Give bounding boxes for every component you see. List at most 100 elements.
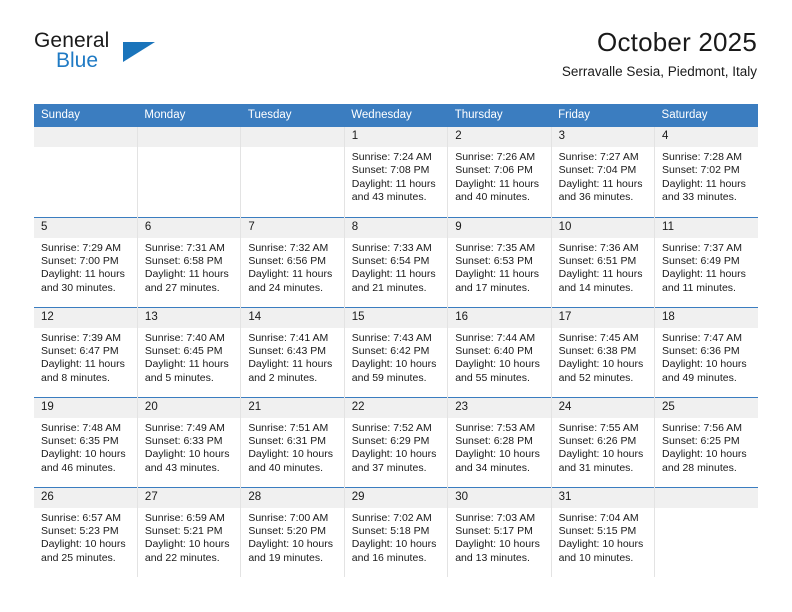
calendar-day-cell[interactable]: 1 Sunrise: 7:24 AM Sunset: 7:08 PM Daylight…: [344, 127, 449, 217]
sunrise-sunset-calendar: Sunday Monday Tuesday Wednesday Thursday…: [34, 104, 758, 577]
daylight-text-line1: Daylight: 11 hours: [144, 268, 229, 281]
calendar-day-cell-empty: [34, 127, 138, 217]
daylight-text-line1: Daylight: 10 hours: [144, 448, 230, 461]
sunset-text: Sunset: 6:51 PM: [558, 254, 637, 267]
weekday-header-friday: Friday: [551, 104, 655, 127]
day-number: 31: [551, 487, 655, 508]
daylight-text-line1: Daylight: 10 hours: [248, 538, 333, 551]
day-number: 9: [448, 217, 551, 238]
calendar-day-cell[interactable]: 18 Sunrise: 7:47 AM Sunset: 6:36 PM Dayligh…: [654, 306, 758, 397]
general-blue-logo[interactable]: General Blue: [34, 30, 234, 78]
day-number: 15: [344, 307, 448, 328]
calendar-day-cell[interactable]: 8 Sunrise: 7:33 AM Sunset: 6:54 PM Daylight…: [344, 216, 449, 307]
sunset-text: Sunset: 7:08 PM: [351, 164, 430, 177]
calendar-day-cell[interactable]: 20 Sunrise: 7:49 AM Sunset: 6:33 PM Dayligh…: [137, 396, 242, 487]
sunset-text: Sunset: 5:17 PM: [455, 524, 533, 537]
calendar-day-cell[interactable]: 16 Sunrise: 7:44 AM Sunset: 6:40 PM Dayligh…: [447, 306, 552, 397]
sunrise-text: Sunrise: 7:44 AM: [455, 331, 536, 344]
daylight-text-line1: Daylight: 10 hours: [455, 538, 540, 551]
sunrise-text: Sunrise: 7:41 AM: [248, 331, 329, 344]
day-number: 18: [655, 307, 758, 328]
day-number: 24: [551, 397, 655, 418]
sunrise-text: Sunrise: 7:36 AM: [558, 241, 639, 254]
triangle-icon: [123, 42, 155, 62]
calendar-page: General Blue October 2025 Serravalle Ses…: [0, 0, 792, 612]
calendar-day-cell[interactable]: 29 Sunrise: 7:02 AM Sunset: 5:18 PM Dayligh…: [344, 486, 449, 577]
sunset-text: Sunset: 6:58 PM: [144, 254, 223, 267]
daylight-text-line2: and 14 minutes.: [558, 281, 634, 294]
daylight-text-line2: and 34 minutes.: [455, 461, 530, 474]
day-number: 10: [551, 217, 655, 238]
calendar-day-cell[interactable]: 22 Sunrise: 7:52 AM Sunset: 6:29 PM Dayligh…: [344, 396, 449, 487]
day-number: 30: [448, 487, 551, 508]
calendar-day-cell[interactable]: 21 Sunrise: 7:51 AM Sunset: 6:31 PM Dayligh…: [240, 396, 345, 487]
calendar-day-cell[interactable]: 31 Sunrise: 7:04 AM Sunset: 5:15 PM Dayligh…: [551, 486, 656, 577]
daylight-text-line2: and 13 minutes.: [455, 551, 530, 564]
daylight-text-line2: and 43 minutes.: [144, 461, 220, 474]
calendar-day-cell[interactable]: 7 Sunrise: 7:32 AM Sunset: 6:56 PM Daylight…: [240, 216, 345, 307]
day-details: Sunrise: 7:04 AM Sunset: 5:15 PM Daylight:…: [552, 508, 654, 566]
day-number: 2: [448, 127, 551, 147]
calendar-day-cell[interactable]: 9 Sunrise: 7:35 AM Sunset: 6:53 PM Daylight…: [447, 216, 552, 307]
day-details: Sunrise: 7:48 AM Sunset: 6:35 PM Daylight:…: [34, 418, 137, 476]
daylight-text-line1: Daylight: 10 hours: [455, 358, 540, 371]
day-number: 4: [655, 127, 758, 147]
sunset-text: Sunset: 6:25 PM: [662, 434, 740, 447]
sunset-text: Sunset: 6:31 PM: [248, 434, 326, 447]
title-block: October 2025 Serravalle Sesia, Piedmont,…: [562, 26, 757, 82]
calendar-day-cell[interactable]: 30 Sunrise: 7:03 AM Sunset: 5:17 PM Dayligh…: [447, 486, 552, 577]
calendar-day-cell[interactable]: 11 Sunrise: 7:37 AM Sunset: 6:49 PM Dayligh…: [654, 216, 758, 307]
sunset-text: Sunset: 6:33 PM: [144, 434, 223, 447]
daylight-text-line2: and 2 minutes.: [248, 371, 318, 384]
weekday-header-monday: Monday: [137, 104, 241, 127]
day-details: Sunrise: 7:45 AM Sunset: 6:38 PM Daylight:…: [552, 328, 654, 386]
day-details: Sunrise: 7:28 AM Sunset: 7:02 PM Daylight:…: [655, 147, 758, 205]
sunset-text: Sunset: 6:28 PM: [455, 434, 533, 447]
calendar-day-cell[interactable]: 19 Sunrise: 7:48 AM Sunset: 6:35 PM Dayligh…: [34, 396, 138, 487]
day-details: Sunrise: 7:44 AM Sunset: 6:40 PM Daylight:…: [448, 328, 550, 386]
calendar-day-cell[interactable]: 12 Sunrise: 7:39 AM Sunset: 6:47 PM Dayligh…: [34, 306, 138, 397]
day-number: [241, 127, 344, 147]
calendar-day-cell[interactable]: 6 Sunrise: 7:31 AM Sunset: 6:58 PM Daylight…: [137, 216, 242, 307]
calendar-day-cell[interactable]: 26 Sunrise: 6:57 AM Sunset: 5:23 PM Dayligh…: [34, 486, 138, 577]
sunset-text: Sunset: 5:21 PM: [144, 524, 223, 537]
calendar-day-cell[interactable]: 28 Sunrise: 7:00 AM Sunset: 5:20 PM Dayligh…: [240, 486, 345, 577]
daylight-text-line2: and 55 minutes.: [455, 371, 530, 384]
day-details: Sunrise: 7:24 AM Sunset: 7:08 PM Daylight:…: [345, 147, 447, 205]
day-details: Sunrise: 7:26 AM Sunset: 7:06 PM Daylight:…: [448, 147, 550, 205]
day-details: Sunrise: 7:51 AM Sunset: 6:31 PM Daylight:…: [241, 418, 343, 476]
daylight-text-line2: and 10 minutes.: [558, 551, 634, 564]
calendar-day-cell[interactable]: 13 Sunrise: 7:40 AM Sunset: 6:45 PM Dayligh…: [137, 306, 242, 397]
calendar-day-cell[interactable]: 14 Sunrise: 7:41 AM Sunset: 6:43 PM Dayligh…: [240, 306, 345, 397]
sunrise-text: Sunrise: 6:59 AM: [144, 511, 225, 524]
daylight-text-line2: and 8 minutes.: [41, 371, 110, 384]
sunset-text: Sunset: 7:04 PM: [558, 164, 637, 177]
calendar-day-cell[interactable]: 5 Sunrise: 7:29 AM Sunset: 7:00 PM Daylight…: [34, 216, 138, 307]
calendar-day-cell[interactable]: 24 Sunrise: 7:55 AM Sunset: 6:26 PM Dayligh…: [551, 396, 656, 487]
sunset-text: Sunset: 6:26 PM: [558, 434, 637, 447]
daylight-text-line1: Daylight: 11 hours: [455, 268, 540, 281]
calendar-day-cell[interactable]: 2 Sunrise: 7:26 AM Sunset: 7:06 PM Daylight…: [447, 127, 552, 217]
calendar-day-cell[interactable]: 4 Sunrise: 7:28 AM Sunset: 7:02 PM Daylight…: [654, 127, 758, 217]
page-header: General Blue October 2025 Serravalle Ses…: [0, 0, 792, 79]
weekday-header-thursday: Thursday: [447, 104, 552, 127]
day-details: Sunrise: 7:40 AM Sunset: 6:45 PM Daylight:…: [138, 328, 240, 386]
calendar-day-cell[interactable]: 15 Sunrise: 7:43 AM Sunset: 6:42 PM Dayligh…: [344, 306, 449, 397]
daylight-text-line2: and 36 minutes.: [558, 191, 634, 204]
day-details: Sunrise: 7:47 AM Sunset: 6:36 PM Daylight:…: [655, 328, 758, 386]
calendar-day-cell[interactable]: 25 Sunrise: 7:56 AM Sunset: 6:25 PM Dayligh…: [654, 396, 758, 487]
sunrise-text: Sunrise: 7:26 AM: [455, 151, 536, 163]
calendar-day-cell[interactable]: 10 Sunrise: 7:36 AM Sunset: 6:51 PM Dayligh…: [551, 216, 656, 307]
calendar-day-cell[interactable]: 27 Sunrise: 6:59 AM Sunset: 5:21 PM Dayligh…: [137, 486, 242, 577]
daylight-text-line2: and 25 minutes.: [41, 551, 116, 564]
calendar-day-cell[interactable]: 17 Sunrise: 7:45 AM Sunset: 6:38 PM Dayligh…: [551, 306, 656, 397]
day-number: [655, 487, 758, 508]
sunrise-text: Sunrise: 7:48 AM: [41, 421, 121, 434]
calendar-day-cell[interactable]: 3 Sunrise: 7:27 AM Sunset: 7:04 PM Daylight…: [551, 127, 656, 217]
calendar-day-cell[interactable]: 23 Sunrise: 7:53 AM Sunset: 6:28 PM Dayligh…: [447, 396, 552, 487]
daylight-text-line1: Daylight: 10 hours: [662, 448, 747, 461]
calendar-week-row: 1 Sunrise: 7:24 AM Sunset: 7:08 PM Daylight…: [34, 127, 758, 217]
sunrise-text: Sunrise: 7:55 AM: [558, 421, 639, 434]
sunset-text: Sunset: 7:06 PM: [455, 164, 533, 177]
daylight-text-line2: and 59 minutes.: [351, 371, 427, 384]
